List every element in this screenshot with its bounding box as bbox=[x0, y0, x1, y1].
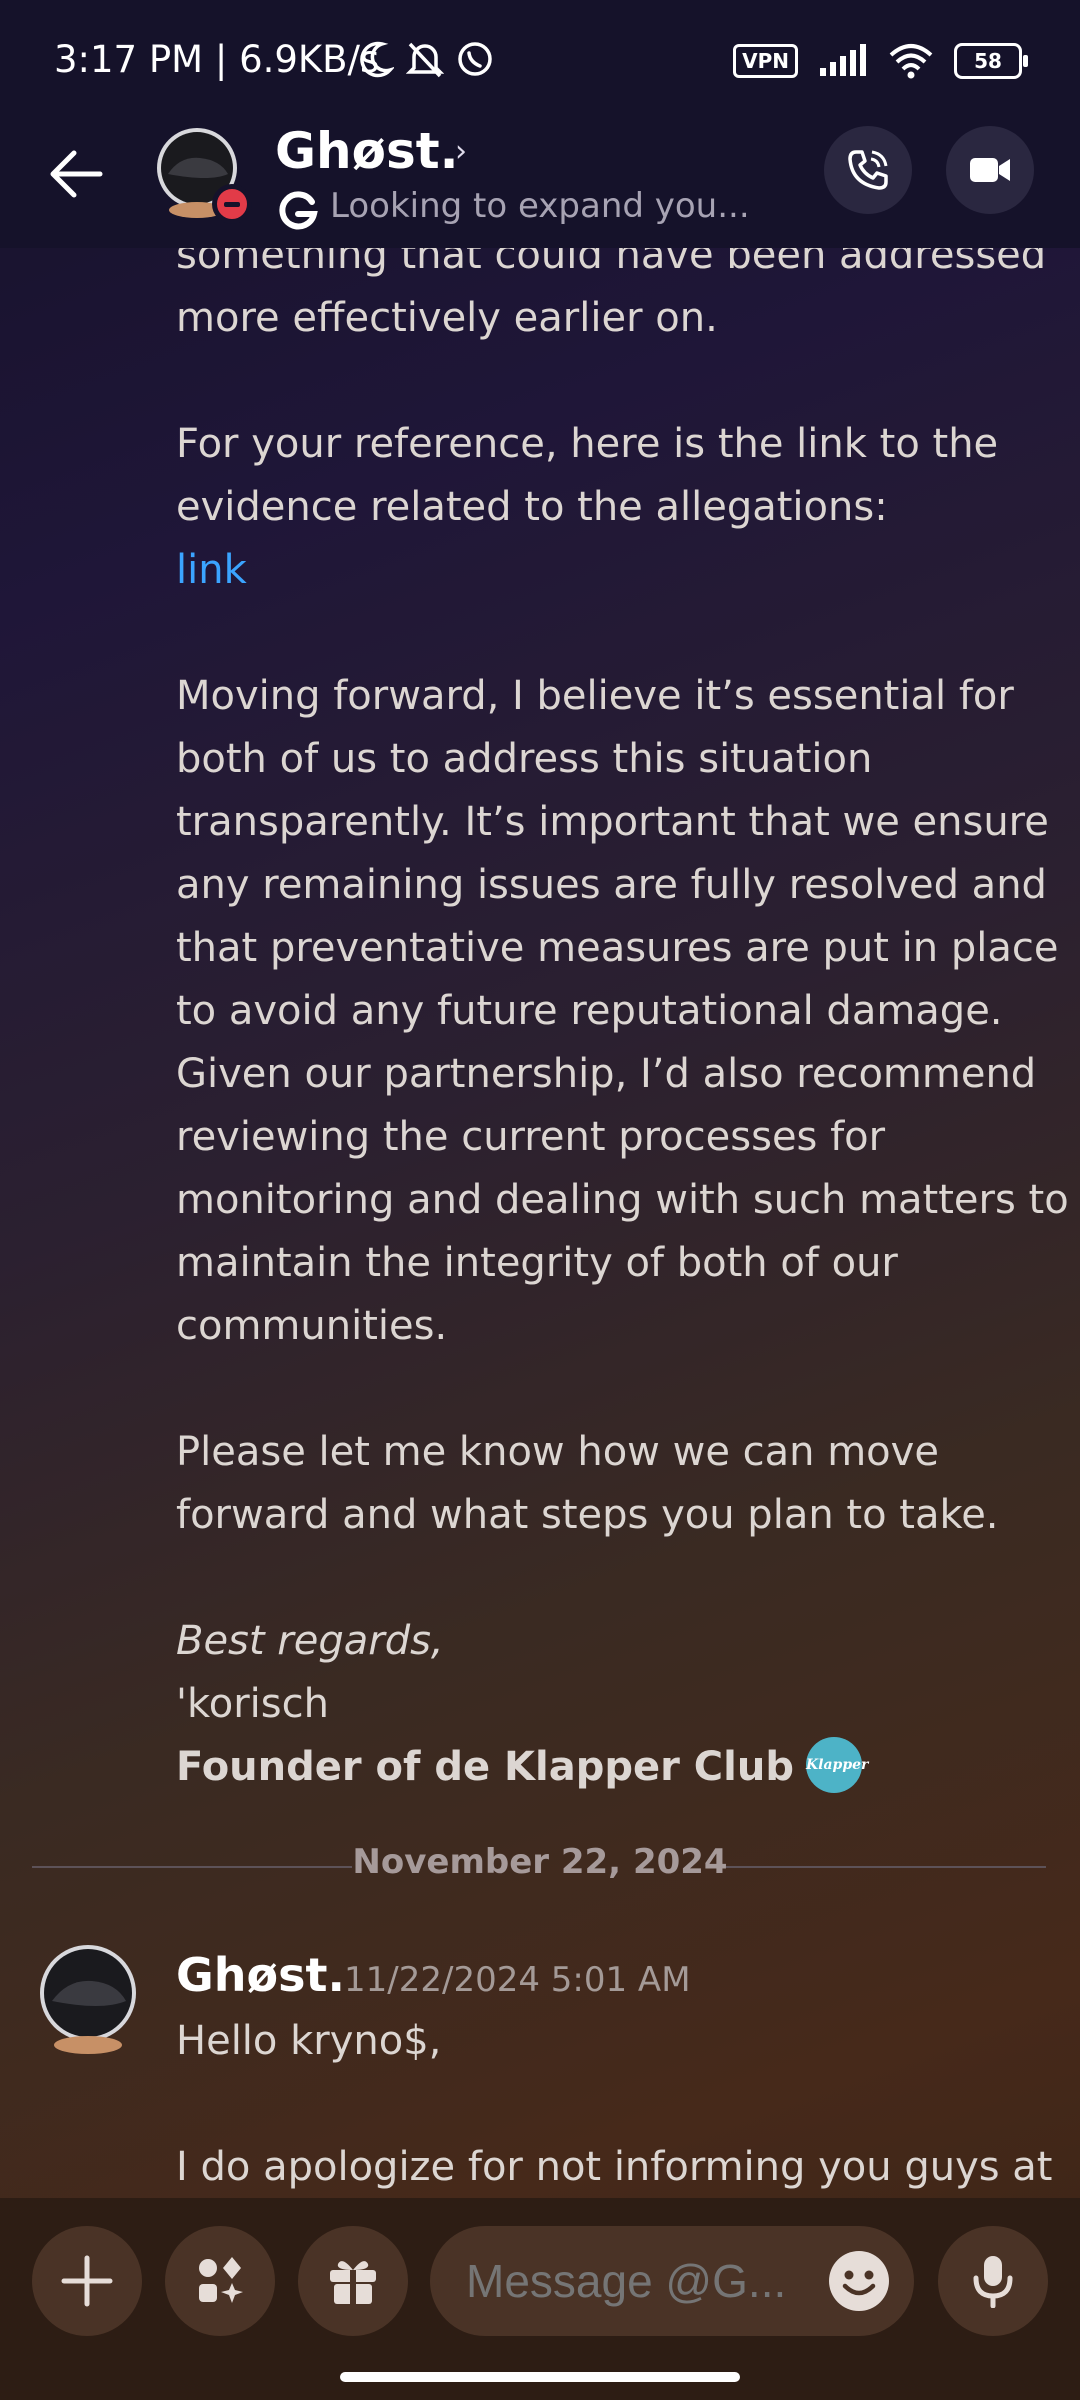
voice-message-button[interactable] bbox=[938, 2226, 1048, 2336]
gift-icon bbox=[330, 2261, 376, 2304]
message-composer bbox=[0, 2198, 1080, 2400]
add-button[interactable] bbox=[32, 2226, 142, 2336]
vpn-badge: VPN bbox=[733, 44, 798, 78]
g-status-icon bbox=[279, 191, 318, 230]
status-right: VPN 58 bbox=[733, 38, 1028, 84]
whatsapp-icon bbox=[458, 42, 492, 76]
home-indicator[interactable] bbox=[340, 2372, 740, 2382]
status-time: 3:17 PM | 6.9KB/s bbox=[54, 38, 380, 81]
message-text: Hello kryno$, I do apologize for not inf… bbox=[176, 2010, 1056, 2198]
chevron-right-icon[interactable]: › bbox=[455, 134, 467, 169]
klapper-club-emoji: Klapper bbox=[805, 1737, 868, 1793]
apps-icon bbox=[199, 2257, 243, 2303]
call-button[interactable] bbox=[824, 126, 912, 214]
message-author[interactable]: Ghøst. bbox=[176, 1948, 345, 2002]
avatar[interactable] bbox=[150, 126, 252, 224]
video-call-button[interactable] bbox=[946, 126, 1034, 214]
mute-bell-icon bbox=[406, 42, 444, 78]
message-line: For your reference, here is the link to … bbox=[176, 421, 999, 467]
battery-indicator: 58 bbox=[954, 43, 1028, 79]
date-divider-label: November 22, 2024 bbox=[352, 1842, 728, 1882]
message-line: more effectively earlier on. bbox=[176, 295, 718, 341]
message-line: Please let me know how we can move bbox=[176, 1429, 939, 1475]
header-name[interactable]: Ghøst. bbox=[275, 122, 459, 180]
message-regards: Best regards, bbox=[176, 1618, 444, 1664]
custom-status: Looking to expand you... bbox=[330, 186, 750, 226]
moon-icon bbox=[360, 41, 394, 78]
message-line: evidence related to the allegations: bbox=[176, 484, 888, 530]
message-line: transparently. It’s important that we en… bbox=[176, 799, 1049, 845]
wifi-icon bbox=[889, 44, 933, 79]
message-line: monitoring and dealing with such matters… bbox=[176, 1177, 1069, 1223]
status-bar: 3:17 PM | 6.9KB/s VPN 58 bbox=[0, 0, 1080, 120]
message-timestamp: 11/22/2024 5:01 AM bbox=[344, 1960, 691, 2000]
gift-button[interactable] bbox=[298, 2226, 408, 2336]
back-arrow-icon[interactable] bbox=[40, 138, 112, 210]
apps-button[interactable] bbox=[165, 2226, 275, 2336]
message-line: communities. bbox=[176, 1303, 448, 1349]
message-line: reviewing the current processes for bbox=[176, 1114, 886, 1160]
evidence-link[interactable]: link bbox=[176, 539, 1056, 602]
message-list[interactable]: something that could have been addressed… bbox=[0, 248, 1080, 2198]
signature-title-row: Founder of de Klapper Club Klapper bbox=[176, 1736, 1056, 1799]
video-camera-icon bbox=[970, 158, 1010, 182]
message-line: Hello kryno$, bbox=[176, 2018, 442, 2064]
plus-icon bbox=[61, 2255, 113, 2307]
message-line: Moving forward, I believe it’s essential… bbox=[176, 673, 1014, 719]
chat-header: Ghøst. › Looking to expand you... bbox=[0, 120, 1080, 248]
message-line: forward and what steps you plan to take. bbox=[176, 1492, 999, 1538]
message-line: to avoid any future reputational damage. bbox=[176, 988, 1003, 1034]
date-divider: November 22, 2024 bbox=[0, 1842, 1080, 1882]
phone-call-icon bbox=[848, 150, 888, 190]
emoji-icon[interactable] bbox=[826, 2248, 892, 2314]
message-text: something that could have been addressed… bbox=[176, 248, 1069, 1799]
message-line: that preventative measures are put in pl… bbox=[176, 925, 1059, 971]
message-line: maintain the integrity of both of our bbox=[176, 1240, 898, 1286]
signal-icon bbox=[820, 44, 866, 76]
signature-title: Founder of de Klapper Club bbox=[176, 1744, 794, 1790]
message-line: Given our partnership, I’d also recommen… bbox=[176, 1051, 1037, 1097]
author-avatar[interactable] bbox=[32, 1943, 144, 2055]
message-line: something that could have been addressed bbox=[176, 248, 1047, 278]
message-line: both of us to address this situation bbox=[176, 736, 873, 782]
message-line: I do apologize for not informing you guy… bbox=[176, 2144, 1053, 2190]
message-signature: 'korisch bbox=[176, 1681, 329, 1727]
message-line: any remaining issues are fully resolved … bbox=[176, 862, 1047, 908]
microphone-icon bbox=[973, 2256, 1013, 2308]
dnd-status-indicator bbox=[212, 184, 252, 224]
